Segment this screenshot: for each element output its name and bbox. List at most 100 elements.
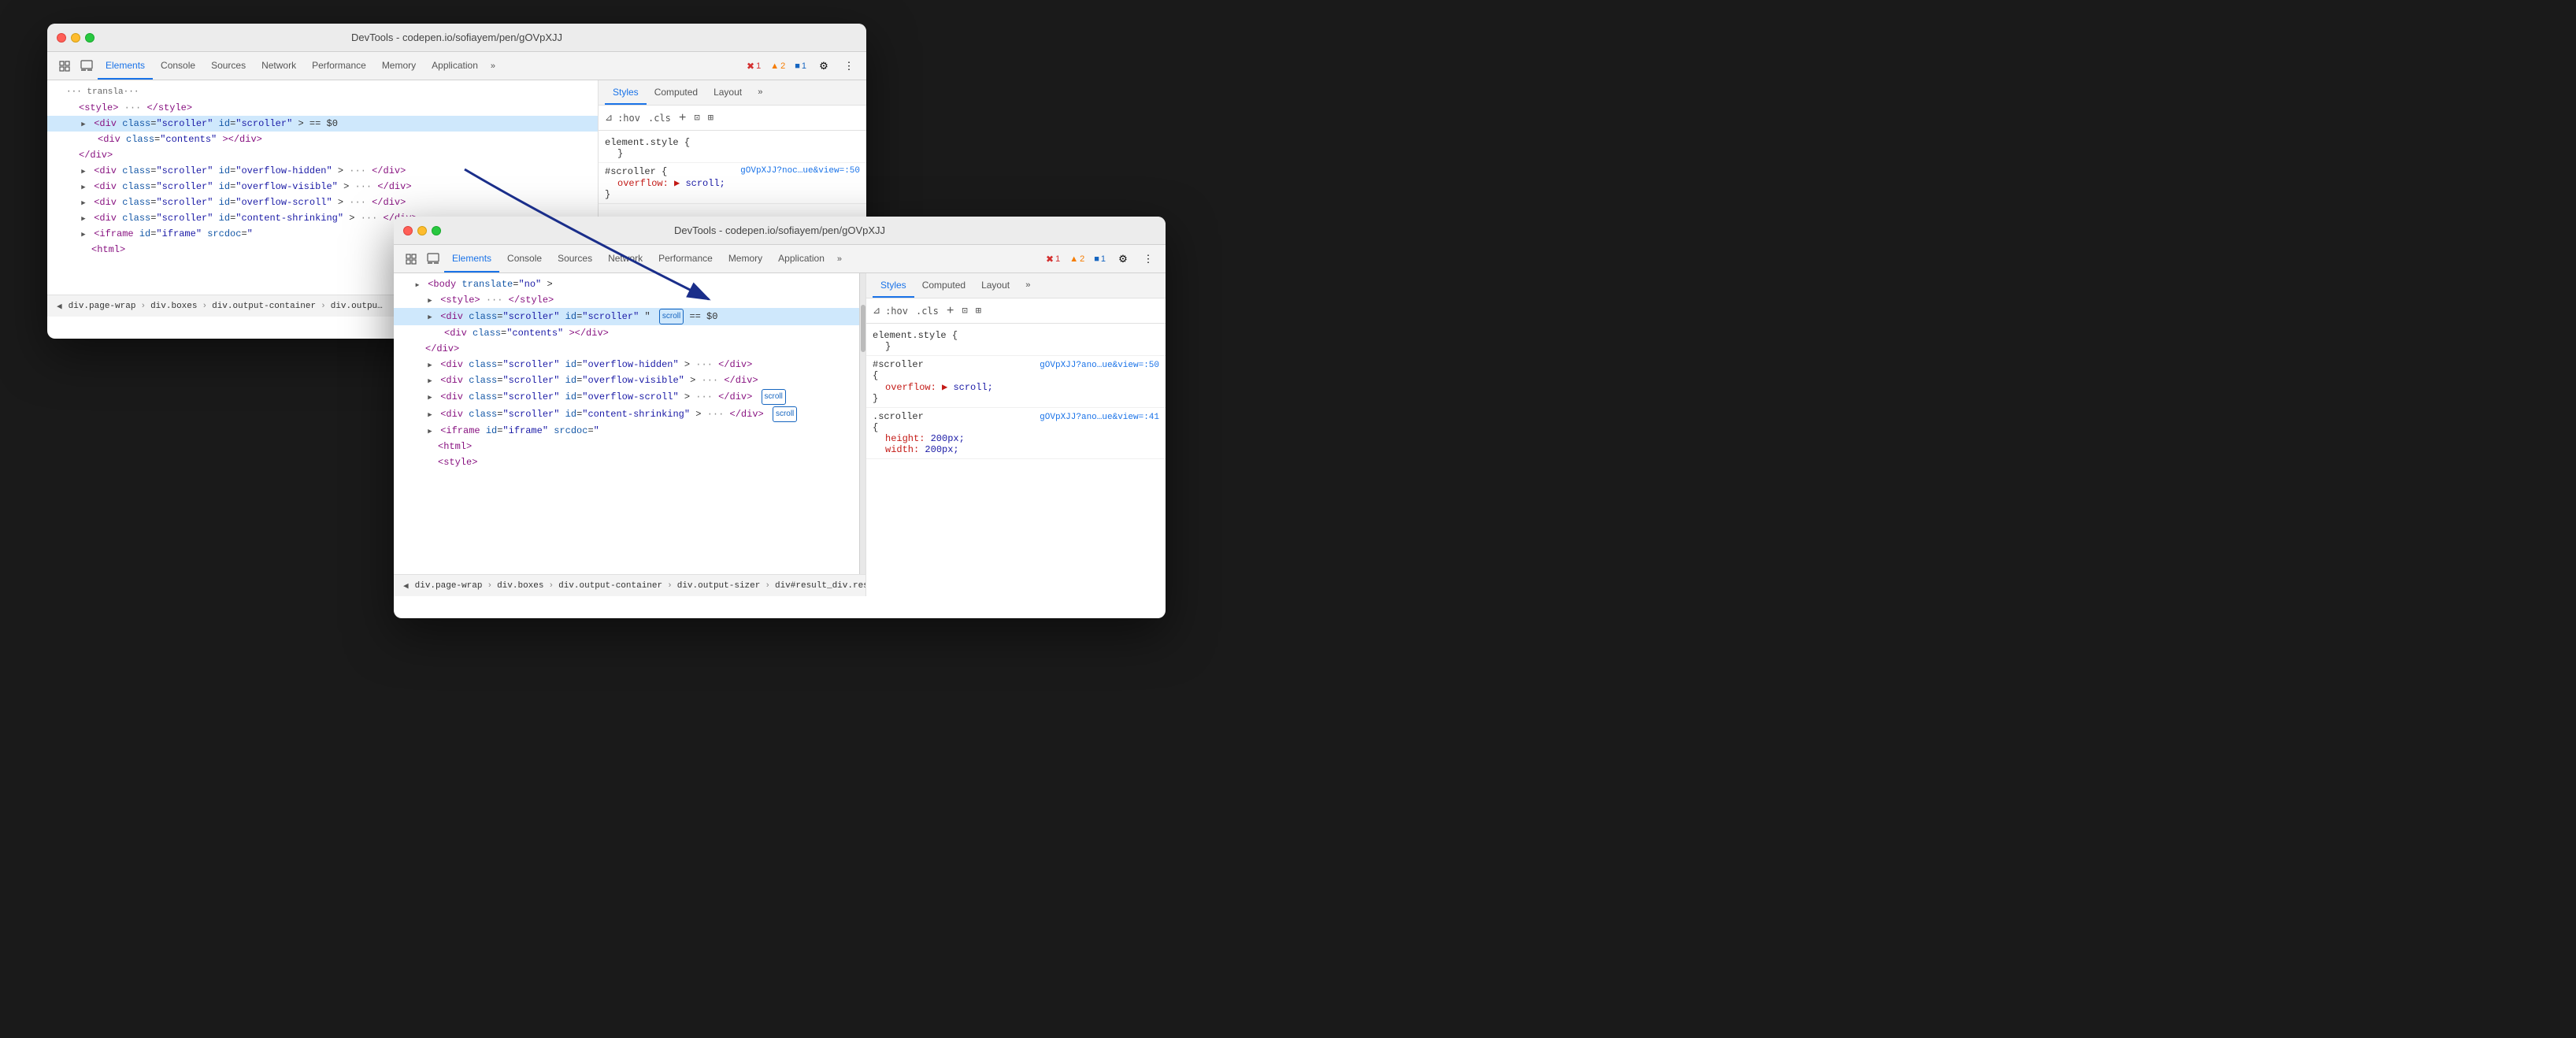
filter-add-2[interactable]: + [947,304,954,318]
html-line-overflow-scroll-2[interactable]: ▶ <div class="scroller" id="overflow-scr… [394,388,865,406]
html-line-overflow-visible-2[interactable]: ▶ <div class="scroller" id="overflow-vis… [394,373,865,388]
breadcrumb-output-container[interactable]: div.output-container [209,300,319,313]
maximize-button-1[interactable] [85,33,95,43]
info-count-2[interactable]: ■ 1 [1091,253,1109,265]
tab-network-2[interactable]: Network [600,245,650,272]
filter-hov[interactable]: :hov [617,113,640,124]
html-line-iframe-2[interactable]: ▶ <iframe id="iframe" srcdoc=" [394,423,865,439]
html-line-content-shrinking-2[interactable]: ▶ <div class="scroller" id="content-shri… [394,406,865,423]
html-line-contents[interactable]: <div class="contents" ></div> [47,132,598,147]
more-tabs-btn-1[interactable]: » [486,55,500,77]
traffic-lights-2[interactable] [403,226,441,235]
minimize-button-1[interactable] [71,33,80,43]
html-line-body-2[interactable]: ▶ <body translate="no" > [394,276,865,292]
styles-tab-styles-2[interactable]: Styles [873,273,914,298]
filter-hov-2[interactable]: :hov [885,306,908,317]
css-source-1[interactable]: gOVpXJJ?noc…ue&view=:50 [740,166,860,177]
window-title-1: DevTools - codepen.io/sofiayem/pen/gOVpX… [351,32,562,43]
html-line-style[interactable]: <style> ··· </style> [47,100,598,116]
inspect-icon[interactable] [76,55,98,77]
html-line-scroller-selected[interactable]: ▶ <div class="scroller" id="scroller" > … [47,116,598,132]
breadcrumb-boxes-2[interactable]: div.boxes [494,580,547,592]
traffic-lights-1[interactable] [57,33,95,43]
inspect-icon-2[interactable] [422,248,444,270]
more-menu-2[interactable]: ⋮ [1137,248,1159,270]
tab-application-1[interactable]: Application [424,52,486,80]
breadcrumb-result-div-2[interactable]: div#result_div.result [772,580,865,592]
warning-count-1[interactable]: ▲ 2 [767,60,788,72]
gear-icon-1[interactable]: ⚙ [813,55,835,77]
filter-box1[interactable]: ⊡ [694,112,699,124]
filter-add[interactable]: + [679,111,687,125]
html-line[interactable]: ··· transla··· [47,83,598,100]
tab-console-1[interactable]: Console [153,52,203,80]
html-line-style-2[interactable]: ▶ <style> ··· </style> [394,292,865,308]
css-arrow-1: ▶ [674,178,685,189]
css-source-scroller-2[interactable]: gOVpXJJ?ano…ue&view=:50 [1040,361,1159,370]
html-line-overflow-visible[interactable]: ▶ <div class="scroller" id="overflow-vis… [47,179,598,195]
html-line-html-2[interactable]: <html> [394,439,865,454]
html-line-overflow-scroll[interactable]: ▶ <div class="scroller" id="overflow-scr… [47,195,598,210]
tab-elements-1[interactable]: Elements [98,52,153,80]
error-count-1[interactable]: ✖ 1 [743,59,764,73]
css-selector-scroller-class-2: .scroller [873,411,924,422]
styles-more-1[interactable]: » [753,82,768,104]
scroll-badge-content-shrinking[interactable]: scroll [773,406,797,422]
tab-memory-2[interactable]: Memory [721,245,770,272]
tab-application-2[interactable]: Application [770,245,832,272]
css-source-scroller-class-2[interactable]: gOVpXJJ?ano…ue&view=:41 [1040,413,1159,422]
breadcrumb-page-wrap-2[interactable]: div.page-wrap [412,580,486,592]
tab-memory-1[interactable]: Memory [374,52,424,80]
devtools-window-2[interactable]: DevTools - codepen.io/sofiayem/pen/gOVpX… [394,217,1166,618]
scroll-badge-main[interactable]: scroll [659,309,684,324]
filter-box2[interactable]: ⊞ [708,112,713,124]
scrollbar-2[interactable] [859,273,865,574]
breadcrumb-page-wrap[interactable]: div.page-wrap [65,300,139,313]
close-button-1[interactable] [57,33,66,43]
warning-count-2[interactable]: ▲ 2 [1066,253,1088,265]
maximize-button-2[interactable] [432,226,441,235]
tab-sources-2[interactable]: Sources [550,245,600,272]
tab-elements-2[interactable]: Elements [444,245,499,272]
close-button-2[interactable] [403,226,413,235]
html-line-scroller-2[interactable]: ▶ <div class="scroller" id="scroller" " … [394,308,865,325]
more-menu-1[interactable]: ⋮ [838,55,860,77]
styles-tab-layout-2[interactable]: Layout [973,273,1017,298]
minimize-button-2[interactable] [417,226,427,235]
tab-console-2[interactable]: Console [499,245,550,272]
more-tabs-btn-2[interactable]: » [832,248,847,270]
html-line-close-div[interactable]: </div> [47,147,598,163]
filter-cls-2[interactable]: .cls [916,306,939,317]
tab-sources-1[interactable]: Sources [203,52,254,80]
css-open-class-2: { [873,422,878,433]
breadcrumb-output-container-2[interactable]: div.output-container [555,580,665,592]
tab-performance-1[interactable]: Performance [304,52,374,80]
gear-icon-2[interactable]: ⚙ [1112,248,1134,270]
html-line-overflow-hidden-2[interactable]: ▶ <div class="scroller" id="overflow-hid… [394,357,865,373]
tab-network-1[interactable]: Network [254,52,304,80]
styles-tab-computed-2[interactable]: Computed [914,273,973,298]
filter-box1-2[interactable]: ⊡ [962,305,967,317]
cursor-icon[interactable] [54,55,76,77]
styles-tab-styles-1[interactable]: Styles [605,80,647,105]
styles-tab-layout-1[interactable]: Layout [706,80,750,105]
tab-performance-2[interactable]: Performance [650,245,721,272]
scroll-badge-overflow-scroll[interactable]: scroll [762,389,786,405]
styles-tab-computed-1[interactable]: Computed [647,80,706,105]
html-line-close-div-2[interactable]: </div> [394,341,865,357]
breadcrumb-nav-left-2[interactable]: ◀ [400,580,412,591]
breadcrumb-nav-left[interactable]: ◀ [54,301,65,312]
filter-box2-2[interactable]: ⊞ [976,305,981,317]
html-line-contents-2[interactable]: <div class="contents" ></div> [394,325,865,341]
error-count-2[interactable]: ✖ 1 [1043,252,1063,266]
html-line-style-inner-2[interactable]: <style> [394,454,865,470]
breadcrumb-outpu[interactable]: div.outpu… [328,300,386,313]
filter-cls[interactable]: .cls [648,113,671,124]
breadcrumb-boxes[interactable]: div.boxes [147,300,200,313]
info-count-1[interactable]: ■ 1 [791,60,810,72]
html-line-overflow-hidden[interactable]: ▶ <div class="scroller" id="overflow-hid… [47,163,598,179]
styles-more-2[interactable]: » [1021,275,1036,297]
scrollbar-thumb-2[interactable] [861,305,865,352]
cursor-icon-2[interactable] [400,248,422,270]
breadcrumb-output-sizer-2[interactable]: div.output-sizer [674,580,764,592]
